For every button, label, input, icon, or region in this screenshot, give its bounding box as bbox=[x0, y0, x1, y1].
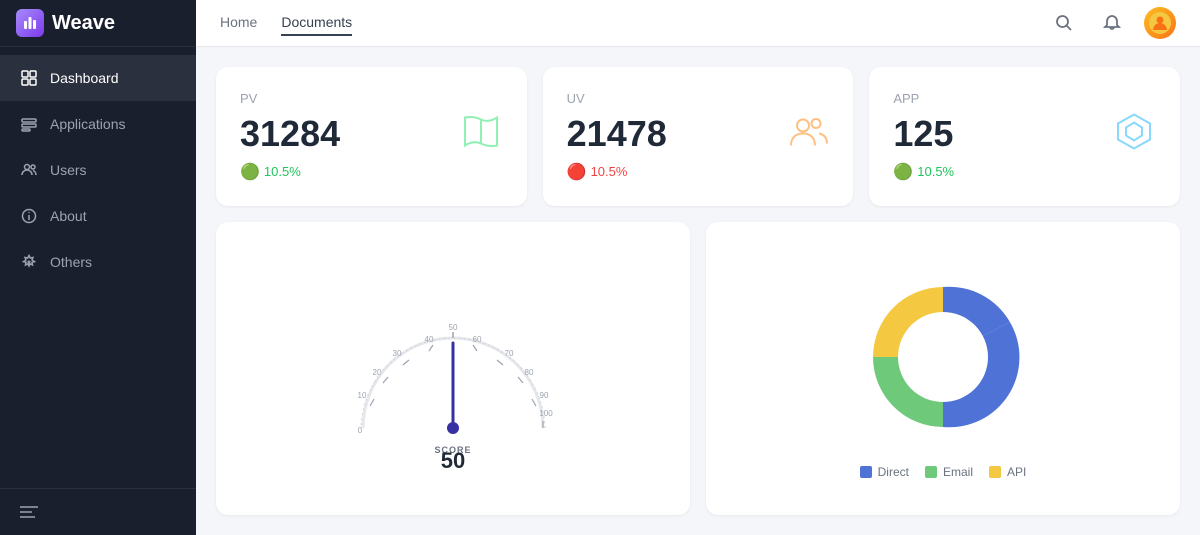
sidebar-item-applications[interactable]: Applications bbox=[0, 101, 196, 147]
sidebar-item-about-label: About bbox=[50, 208, 87, 224]
pv-change-value: 10.5% bbox=[264, 164, 301, 179]
app-up-arrow: 🟢 bbox=[893, 162, 913, 182]
legend-email: Email bbox=[925, 465, 973, 479]
header-nav: Home Documents bbox=[220, 10, 1024, 36]
svg-text:100: 100 bbox=[539, 409, 553, 418]
donut-chart-card: Direct Email API bbox=[706, 222, 1180, 515]
app-name: Weave bbox=[52, 12, 115, 35]
svg-text:90: 90 bbox=[540, 391, 549, 400]
sidebar-item-users[interactable]: Users bbox=[0, 147, 196, 193]
search-icon[interactable] bbox=[1048, 7, 1080, 39]
legend-email-dot bbox=[925, 466, 937, 478]
donut-svg bbox=[843, 257, 1043, 457]
sidebar-item-users-label: Users bbox=[50, 162, 87, 178]
legend-direct-dot bbox=[860, 466, 872, 478]
legend-api: API bbox=[989, 465, 1026, 479]
sidebar-bottom bbox=[0, 488, 196, 535]
legend-direct: Direct bbox=[860, 465, 909, 479]
gauge-wrapper: 10 20 30 40 50 bbox=[333, 268, 573, 468]
stat-card-pv: PV 31284 🟢 10.5% bbox=[216, 67, 527, 206]
stat-pv-change: 🟢 10.5% bbox=[240, 162, 503, 182]
gauge-svg: 10 20 30 40 50 bbox=[333, 268, 573, 468]
menu-icon[interactable] bbox=[20, 503, 38, 521]
sidebar-item-dashboard-label: Dashboard bbox=[50, 70, 119, 86]
legend-email-label: Email bbox=[943, 465, 973, 479]
logo-icon bbox=[16, 9, 44, 37]
user-avatar[interactable] bbox=[1144, 7, 1176, 39]
dashboard-icon bbox=[20, 69, 38, 87]
main: Home Documents bbox=[196, 0, 1200, 535]
charts-row: 10 20 30 40 50 bbox=[216, 222, 1180, 515]
sidebar-item-dashboard[interactable]: Dashboard bbox=[0, 55, 196, 101]
stat-card-app: APP 125 🟢 10.5% bbox=[869, 67, 1180, 206]
donut-legend: Direct Email API bbox=[860, 465, 1027, 479]
stat-app-change: 🟢 10.5% bbox=[893, 162, 1156, 182]
sidebar-item-others-label: Others bbox=[50, 254, 92, 270]
uv-change-value: 10.5% bbox=[591, 164, 628, 179]
svg-text:70: 70 bbox=[505, 349, 514, 358]
donut-wrapper bbox=[843, 257, 1043, 457]
sidebar-item-others[interactable]: Others bbox=[0, 239, 196, 285]
sidebar-nav: Dashboard Applications User bbox=[0, 47, 196, 488]
legend-api-dot bbox=[989, 466, 1001, 478]
gauge-chart-card: 10 20 30 40 50 bbox=[216, 222, 690, 515]
stat-card-uv: UV 21478 🔴 10.5% bbox=[543, 67, 854, 206]
header-nav-home[interactable]: Home bbox=[220, 10, 257, 36]
app-logo[interactable]: Weave bbox=[0, 0, 196, 47]
stat-uv-change: 🔴 10.5% bbox=[567, 162, 830, 182]
stat-pv-label: PV bbox=[240, 91, 503, 106]
app-icon bbox=[1112, 110, 1156, 163]
stat-app-label: APP bbox=[893, 91, 1156, 106]
header-actions bbox=[1048, 7, 1176, 39]
sidebar: Weave Dashboard Applicatio bbox=[0, 0, 196, 535]
svg-text:30: 30 bbox=[393, 349, 402, 358]
about-icon bbox=[20, 207, 38, 225]
legend-api-label: API bbox=[1007, 465, 1026, 479]
pv-icon bbox=[459, 110, 503, 163]
svg-text:40: 40 bbox=[425, 335, 434, 344]
header: Home Documents bbox=[196, 0, 1200, 47]
legend-direct-label: Direct bbox=[878, 465, 909, 479]
stat-uv-label: UV bbox=[567, 91, 830, 106]
svg-text:50: 50 bbox=[441, 448, 465, 468]
uv-down-arrow: 🔴 bbox=[567, 162, 587, 182]
svg-text:60: 60 bbox=[473, 335, 482, 344]
svg-text:80: 80 bbox=[525, 368, 534, 377]
pv-up-arrow: 🟢 bbox=[240, 162, 260, 182]
app-change-value: 10.5% bbox=[917, 164, 954, 179]
header-nav-documents[interactable]: Documents bbox=[281, 10, 352, 36]
stats-row: PV 31284 🟢 10.5% UV 21478 bbox=[216, 67, 1180, 206]
svg-text:50: 50 bbox=[449, 323, 458, 332]
svg-text:10: 10 bbox=[358, 391, 367, 400]
others-icon bbox=[20, 253, 38, 271]
users-icon bbox=[20, 161, 38, 179]
dashboard-content: PV 31284 🟢 10.5% UV 21478 bbox=[196, 47, 1200, 535]
uv-icon bbox=[785, 110, 829, 163]
sidebar-item-applications-label: Applications bbox=[50, 116, 126, 132]
notification-icon[interactable] bbox=[1096, 7, 1128, 39]
applications-icon bbox=[20, 115, 38, 133]
svg-text:0: 0 bbox=[358, 426, 363, 435]
sidebar-item-about[interactable]: About bbox=[0, 193, 196, 239]
